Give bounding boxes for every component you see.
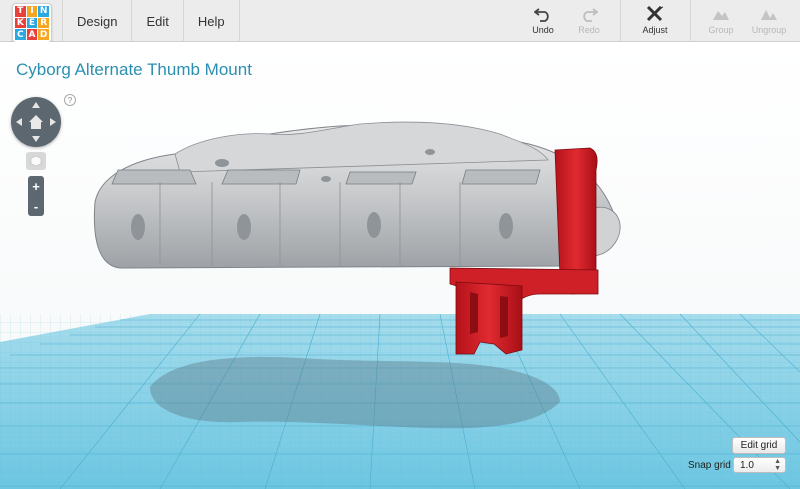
logo-letter: T xyxy=(15,6,26,17)
zoom-in-button[interactable]: + xyxy=(28,176,44,196)
group-icon xyxy=(713,11,729,20)
toolbar-divider xyxy=(690,0,691,42)
logo-letter: N xyxy=(38,6,49,17)
model-shadow xyxy=(150,356,560,429)
logo-letter: R xyxy=(38,17,49,29)
redo-label: Redo xyxy=(578,25,600,35)
logo-letter: A xyxy=(26,29,38,40)
menu-edit[interactable]: Edit xyxy=(132,0,184,42)
3d-viewport[interactable] xyxy=(0,42,800,489)
design-title[interactable]: Cyborg Alternate Thumb Mount xyxy=(16,60,252,80)
help-button[interactable]: ? xyxy=(64,94,76,106)
orbit-left-arrow-icon[interactable] xyxy=(16,118,22,126)
redo-icon xyxy=(583,8,598,22)
snap-grid-value: 1.0 xyxy=(740,459,754,471)
scene-canvas[interactable] xyxy=(0,42,800,489)
adjust-icon xyxy=(646,6,664,22)
undo-icon xyxy=(534,8,549,22)
toolbar-divider xyxy=(620,0,621,42)
group-label: Group xyxy=(708,25,734,35)
redo-button[interactable]: Redo xyxy=(564,6,614,38)
main-menu: Design Edit Help xyxy=(62,0,240,42)
snap-grid-label: Snap grid xyxy=(688,460,731,471)
undo-button[interactable]: Undo xyxy=(518,6,568,38)
orbit-control[interactable] xyxy=(11,97,61,147)
top-toolbar: TIN KER CAD Design Edit Help Undo Redo Adj… xyxy=(0,0,800,43)
orbit-right-arrow-icon[interactable] xyxy=(50,118,56,126)
logo-letter: D xyxy=(38,29,49,40)
undo-label: Undo xyxy=(532,25,554,35)
menu-help[interactable]: Help xyxy=(184,0,240,42)
tinkercad-logo[interactable]: TIN KER CAD xyxy=(12,3,52,43)
logo-letter: E xyxy=(26,17,38,29)
edit-grid-button[interactable]: Edit grid xyxy=(732,437,786,454)
select-arrows-icon: ▲ ▼ xyxy=(774,458,781,472)
cube-icon xyxy=(30,155,42,167)
logo-letter: K xyxy=(15,17,26,29)
adjust-button[interactable]: Adjust xyxy=(630,6,680,38)
ungroup-label: Ungroup xyxy=(751,25,787,35)
menu-design[interactable]: Design xyxy=(62,0,133,42)
orbit-up-arrow-icon[interactable] xyxy=(32,102,40,108)
logo-letter: C xyxy=(15,29,26,40)
zoom-control: + - xyxy=(28,176,44,216)
view-cube-button[interactable] xyxy=(26,152,46,170)
logo-letter: I xyxy=(26,6,38,17)
ungroup-button[interactable]: Ungroup xyxy=(744,6,794,38)
snap-grid-select[interactable]: 1.0 ▲ ▼ xyxy=(733,457,786,473)
group-button[interactable]: Group xyxy=(696,6,746,38)
zoom-out-button[interactable]: - xyxy=(28,196,44,216)
ungroup-icon xyxy=(761,10,777,20)
orbit-down-arrow-icon[interactable] xyxy=(32,136,40,142)
home-view-icon[interactable] xyxy=(27,113,45,131)
adjust-label: Adjust xyxy=(642,25,668,35)
